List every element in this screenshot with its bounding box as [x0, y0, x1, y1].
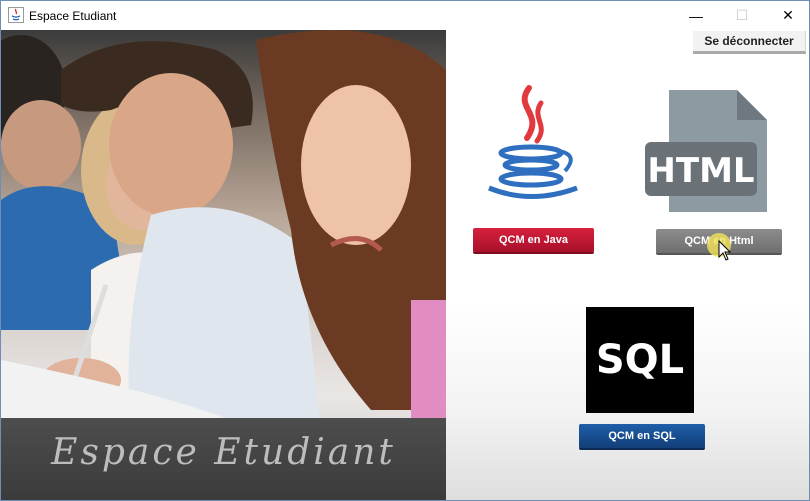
html-file-icon: HTML: [645, 90, 767, 212]
caption-bar: Espace Etudiant: [1, 418, 446, 500]
window-title: Espace Etudiant: [29, 9, 117, 23]
java-quiz-button[interactable]: QCM en Java: [473, 228, 594, 252]
sql-logo-text: SQL: [595, 337, 685, 383]
java-app-icon: [8, 7, 24, 23]
sql-quiz-button[interactable]: QCM en SQL: [579, 424, 705, 448]
minimize-button[interactable]: —: [673, 1, 719, 30]
sql-logo-icon: SQL: [586, 307, 694, 413]
students-photo: Espace Etudiant: [1, 30, 446, 500]
maximize-button[interactable]: ☐: [719, 1, 765, 30]
title-bar: Espace Etudiant — ☐ ✕: [1, 1, 809, 30]
java-logo-icon: [488, 85, 578, 199]
html-logo-text: HTML: [647, 151, 754, 191]
mouse-cursor-icon: [707, 233, 732, 261]
logout-button[interactable]: Se déconnecter: [693, 31, 806, 54]
app-window: Espace Etudiant — ☐ ✕ Se déconnecter Esp…: [0, 0, 810, 501]
caption-text: Espace Etudiant: [51, 432, 396, 473]
close-button[interactable]: ✕: [765, 1, 809, 30]
